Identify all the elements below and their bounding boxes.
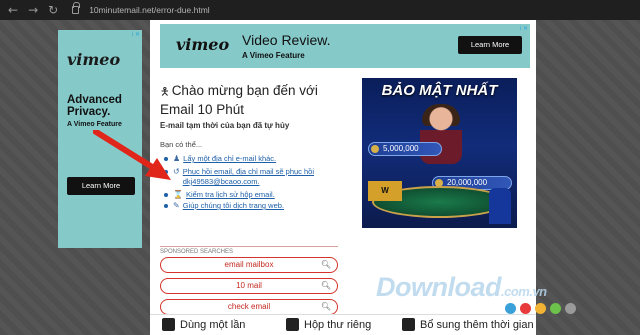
search-icon: 🔍︎ — [320, 281, 331, 290]
vimeo-logo: vimeo — [176, 35, 230, 54]
reload-icon[interactable]: ↻ — [48, 4, 58, 16]
inbox-icon — [286, 318, 299, 331]
vimeo-top-ad[interactable]: i ✕ vimeo Video Review. A Vimeo Feature … — [160, 24, 530, 68]
history-icon: ⌛ — [173, 190, 183, 199]
red-arrow-annotation — [93, 130, 171, 180]
person-icon: 🯅 — [160, 86, 170, 98]
ad-headline: Advanced Privacy. — [67, 94, 122, 118]
search-icon: 🔍︎ — [320, 260, 331, 269]
refresh-icon — [402, 318, 415, 331]
sponsored-label: SPONSORED SEARCHES — [160, 246, 338, 255]
expired-notice: E-mail tạm thời của bạn đã tự hủy — [160, 121, 290, 130]
promo-title: BẢO MẬT NHẤT — [381, 82, 498, 99]
page-title: 🯅 Chào mừng bạn đến với Email 10 Phút — [160, 83, 318, 117]
browser-toolbar: ← → ↻ 10minutemail.net/error-due.html — [0, 0, 640, 20]
features-bar: Dùng một lần Hộp thư riêng Bổ sung thêm … — [150, 314, 536, 335]
action-check-history[interactable]: ⌛ Kiểm tra lịch sử hộp email. — [164, 190, 344, 200]
promo-chip: 5,000,000 — [368, 142, 442, 156]
search-icon: 🔍︎ — [320, 302, 331, 311]
watermark-logo: Download.com.vn — [376, 272, 547, 302]
adchoices-icon[interactable]: i ✕ — [520, 25, 528, 32]
sponsored-search-button[interactable]: 10 mail 🔍︎ — [160, 278, 338, 294]
watermark-dots — [505, 303, 576, 314]
promo-logo: W — [368, 181, 402, 201]
address-bar[interactable]: 10minutemail.net/error-due.html — [89, 5, 209, 15]
lock-icon — [72, 2, 81, 14]
sponsored-search-button[interactable]: check email 🔍︎ — [160, 299, 338, 315]
back-icon[interactable]: ← — [8, 4, 18, 16]
sponsored-search-button[interactable]: email mailbox 🔍︎ — [160, 257, 338, 273]
feature-disposable: Dùng một lần — [162, 318, 245, 331]
vimeo-logo: vimeo — [67, 50, 121, 69]
feature-extend-time: Bổ sung thêm thời gian — [402, 318, 534, 331]
trash-icon — [162, 318, 175, 331]
ad-subtitle: A Vimeo Feature — [67, 121, 122, 128]
feature-private-inbox: Hộp thư riêng — [286, 318, 371, 331]
ad-headline: Video Review. — [242, 32, 331, 48]
translate-icon: ✎ — [173, 201, 180, 210]
forward-icon[interactable]: → — [28, 4, 38, 16]
learn-more-button[interactable]: Learn More — [458, 36, 522, 54]
action-translate[interactable]: ✎ Giúp chúng tôi dịch trang web. — [164, 201, 344, 211]
adchoices-icon[interactable]: i ✕ — [132, 31, 140, 38]
promo-banner[interactable]: BẢO MẬT NHẤT 5,000,000 20,000,000 W — [362, 78, 517, 228]
promo-player-image — [489, 188, 511, 224]
ad-subtitle: A Vimeo Feature — [242, 51, 305, 60]
